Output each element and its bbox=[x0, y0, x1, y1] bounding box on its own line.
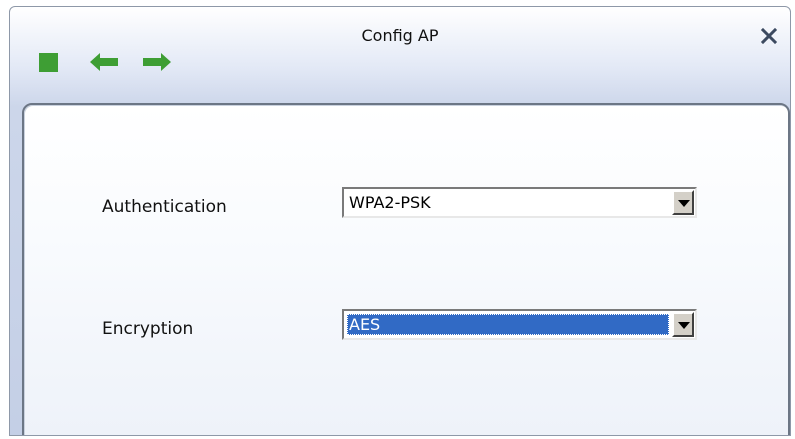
authentication-select-value: WPA2-PSK bbox=[349, 193, 431, 212]
encryption-select-value: AES bbox=[347, 314, 669, 335]
close-icon[interactable] bbox=[756, 23, 782, 49]
window-title: Config AP bbox=[361, 26, 439, 45]
config-ap-window: Config AP Authentication WPA2-PSK Encryp… bbox=[9, 6, 791, 436]
forward-arrow-icon[interactable] bbox=[139, 51, 173, 73]
settings-panel: Authentication WPA2-PSK Encryption AES bbox=[22, 103, 790, 435]
authentication-dropdown-button[interactable] bbox=[672, 190, 694, 215]
authentication-label: Authentication bbox=[102, 197, 227, 217]
encryption-dropdown-button[interactable] bbox=[672, 312, 694, 337]
chevron-down-icon bbox=[678, 322, 690, 329]
encryption-select[interactable]: AES bbox=[342, 309, 697, 340]
back-arrow-icon[interactable] bbox=[88, 51, 122, 73]
authentication-select[interactable]: WPA2-PSK bbox=[342, 187, 697, 218]
encryption-label: Encryption bbox=[102, 319, 194, 339]
stop-icon[interactable] bbox=[39, 53, 58, 72]
chevron-down-icon bbox=[678, 200, 690, 207]
